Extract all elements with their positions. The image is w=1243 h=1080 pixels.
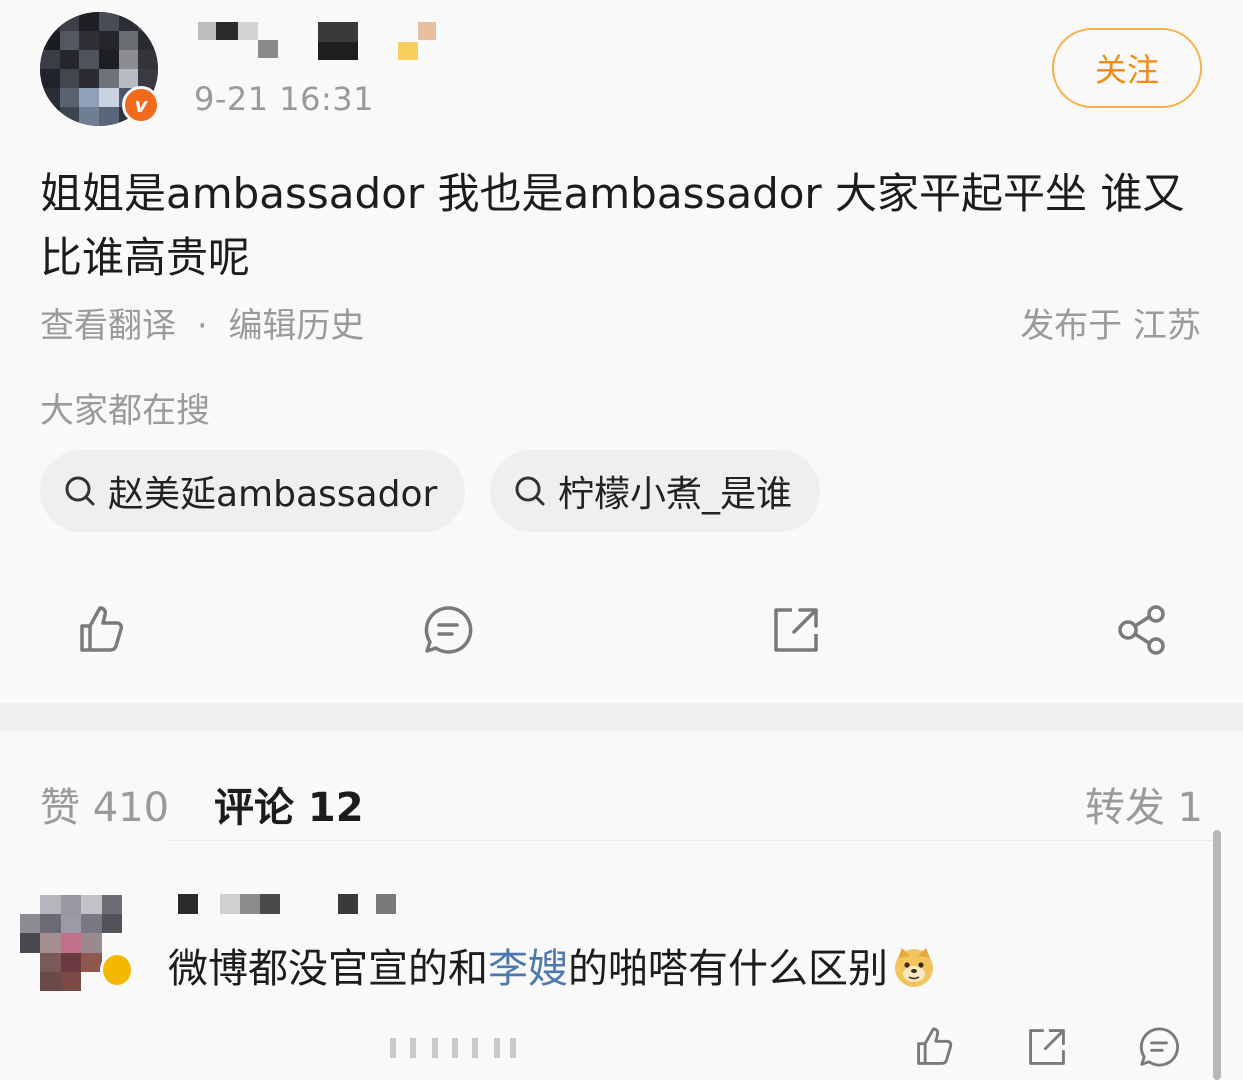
tab-comments[interactable]: 评论 12	[214, 775, 364, 833]
doge-emoji-icon	[895, 948, 933, 987]
scrollbar[interactable]	[1213, 830, 1221, 1080]
translate-link[interactable]: 查看翻译	[40, 306, 176, 346]
verified-badge-icon: v	[122, 86, 160, 124]
section-divider	[0, 703, 1243, 731]
commenter-name-redacted[interactable]	[170, 894, 410, 916]
follow-button[interactable]: 关注	[1052, 28, 1202, 108]
hot-search-chip-label: 柠檬小煮_是谁	[558, 474, 793, 515]
post-location: 发布于 江苏	[1020, 306, 1201, 346]
post-meta-links: 查看翻译 · 编辑历史	[40, 298, 364, 347]
share-icon[interactable]	[1114, 602, 1170, 658]
comment-repost-icon[interactable]	[1024, 1024, 1070, 1070]
comment-like-icon[interactable]	[912, 1024, 958, 1070]
comment-meta-redacted	[160, 1030, 520, 1066]
search-icon	[515, 476, 545, 506]
comment-text-after: 的啪嗒有什么区别	[568, 946, 888, 992]
tab-reposts[interactable]: 转发 1	[1085, 775, 1203, 833]
tab-likes[interactable]: 赞 410	[40, 775, 169, 833]
comment-content: 微博都没官宣的和李嫂的啪嗒有什么区别	[168, 940, 936, 998]
comment-reply-icon[interactable]	[1136, 1024, 1182, 1070]
post-timestamp: 9-21 16:31	[194, 80, 375, 118]
like-icon[interactable]	[74, 602, 130, 658]
hot-search-chip[interactable]: 柠檬小煮_是谁	[490, 450, 821, 532]
comment-text-before: 微博都没官宣的和	[168, 946, 488, 992]
repost-icon[interactable]	[768, 602, 824, 658]
hot-search-label: 大家都在搜	[40, 391, 210, 431]
author-name-redacted[interactable]	[198, 18, 448, 62]
hot-search-chip[interactable]: 赵美延ambassador	[40, 450, 466, 532]
comment-icon[interactable]	[420, 602, 476, 658]
member-badge-icon	[100, 952, 134, 988]
post-content: 姐姐是ambassador 我也是ambassador 大家平起平坐 谁又比谁高…	[40, 169, 1185, 282]
mention-link[interactable]: 李嫂	[488, 946, 568, 992]
tabs-underline	[168, 840, 1213, 841]
hot-search-chip-label: 赵美延ambassador	[108, 474, 438, 515]
search-icon	[65, 476, 95, 506]
meta-separator: ·	[196, 306, 208, 346]
edit-history-link[interactable]: 编辑历史	[228, 306, 364, 346]
